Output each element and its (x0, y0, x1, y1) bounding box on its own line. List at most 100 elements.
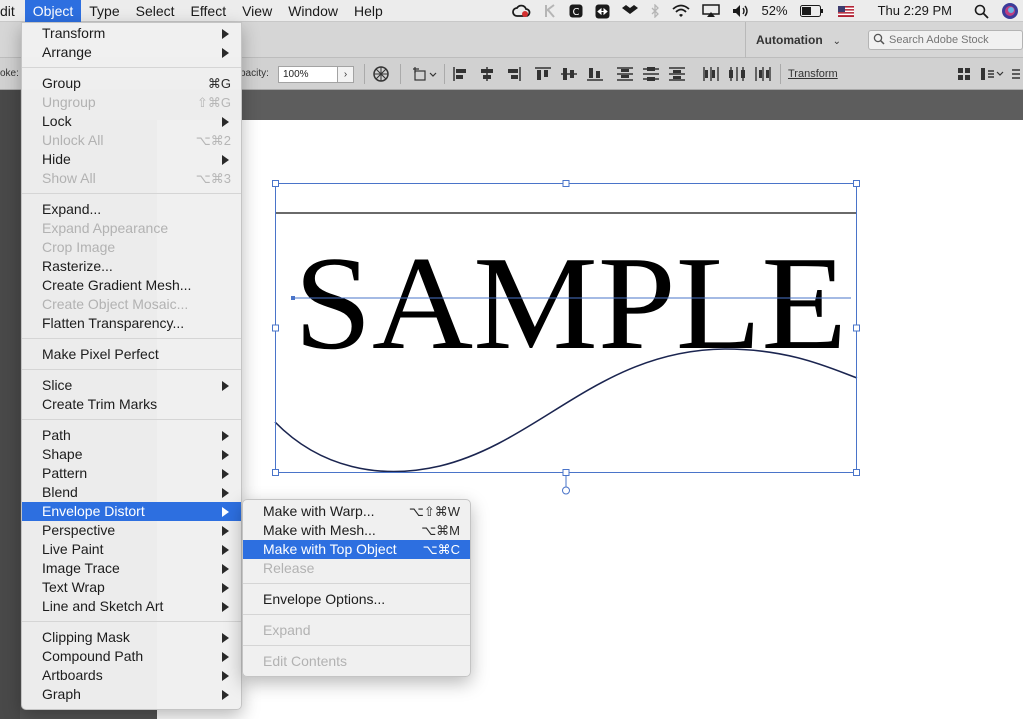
menu-item-label: Envelope Distort (42, 503, 145, 519)
menu-item-label: Create Object Mosaic... (42, 296, 189, 312)
menu-item-label: Rasterize... (42, 258, 113, 274)
menu-item-label: Shape (42, 446, 83, 462)
menu-item-label: Group (42, 75, 81, 91)
menu-item-shortcut: ⌘G (207, 76, 231, 91)
menu-item-label: Flatten Transparency... (42, 315, 185, 331)
menu-item-shortcut: ⌥⌘M (421, 523, 460, 538)
handle-middle-left[interactable] (272, 324, 279, 332)
menu-item-crop-image: Crop Image (22, 238, 241, 257)
submenu-arrow-icon (222, 583, 229, 593)
menu-separator (22, 62, 241, 74)
menu-item-live-paint[interactable]: Live Paint (22, 540, 241, 559)
menu-separator (22, 364, 241, 376)
menu-item-unlock-all: Unlock All ⌥⌘2 (22, 131, 241, 150)
submenu-arrow-icon (222, 117, 229, 127)
menu-item-label: Make Pixel Perfect (42, 346, 159, 362)
submenu-arrow-icon (222, 48, 229, 58)
menu-item-label: Line and Sketch Art (42, 598, 164, 614)
menu-item-label: Release (263, 560, 315, 576)
menu-item-blend[interactable]: Blend (22, 483, 241, 502)
menu-item-slice[interactable]: Slice (22, 376, 241, 395)
handle-bottom-center[interactable] (562, 469, 570, 476)
menu-item-shortcut: ⌥⌘2 (195, 133, 231, 148)
submenu-arrow-icon (222, 602, 229, 612)
menu-item-perspective[interactable]: Perspective (22, 521, 241, 540)
menu-item-path[interactable]: Path (22, 426, 241, 445)
menu-item-artboards[interactable]: Artboards (22, 666, 241, 685)
submenu-arrow-icon (222, 29, 229, 39)
sample-text[interactable]: SAMPLE (294, 229, 847, 377)
menu-item-make-with-warp[interactable]: Make with Warp... ⌥⇧⌘W (243, 502, 470, 521)
menu-item-transform[interactable]: Transform (22, 24, 241, 43)
menu-item-expand[interactable]: Expand... (22, 200, 241, 219)
submenu-arrow-icon (222, 469, 229, 479)
submenu-arrow-icon (222, 690, 229, 700)
menu-item-label: Expand (263, 622, 311, 638)
menu-item-hide[interactable]: Hide (22, 150, 241, 169)
menu-item-expand-envelope: Expand (243, 621, 470, 640)
handle-top-center[interactable] (562, 180, 570, 187)
menu-item-label: Make with Mesh... (263, 522, 376, 538)
menu-item-expand-appearance: Expand Appearance (22, 219, 241, 238)
menu-item-image-trace[interactable]: Image Trace (22, 559, 241, 578)
menu-separator (243, 578, 470, 590)
menu-item-arrange[interactable]: Arrange (22, 43, 241, 62)
menu-item-label: Expand... (42, 201, 102, 217)
menu-item-envelope-distort[interactable]: Envelope Distort (22, 502, 241, 521)
menu-item-label: Edit Contents (263, 653, 348, 669)
menu-item-label: Compound Path (42, 648, 144, 664)
menu-item-clipping-mask[interactable]: Clipping Mask (22, 628, 241, 647)
menu-item-shortcut: ⇧⌘G (196, 95, 231, 110)
menu-item-shortcut: ⌥⇧⌘W (408, 504, 460, 519)
handle-bottom-right[interactable] (853, 469, 860, 476)
menu-item-create-object-mosaic: Create Object Mosaic... (22, 295, 241, 314)
menu-item-flatten-transparency[interactable]: Flatten Transparency... (22, 314, 241, 333)
menu-item-edit-contents: Edit Contents (243, 652, 470, 671)
rotation-handle[interactable] (562, 486, 570, 495)
submenu-arrow-icon (222, 564, 229, 574)
menu-item-label: Create Trim Marks (42, 396, 158, 412)
submenu-arrow-icon (222, 381, 229, 391)
menu-item-rasterize[interactable]: Rasterize... (22, 257, 241, 276)
menu-item-shortcut: ⌥⌘3 (195, 171, 231, 186)
menu-item-label: Expand Appearance (42, 220, 169, 236)
submenu-arrow-icon (222, 450, 229, 460)
object-menu: Transform Arrange Group ⌘G Ungroup ⇧⌘G Loc… (21, 22, 242, 710)
menu-item-compound-path[interactable]: Compound Path (22, 647, 241, 666)
menu-item-make-pixel-perfect[interactable]: Make Pixel Perfect (22, 345, 241, 364)
menu-item-label: Artboards (42, 667, 103, 683)
menu-separator (22, 188, 241, 200)
menu-item-label: Blend (42, 484, 78, 500)
menu-item-show-all: Show All ⌥⌘3 (22, 169, 241, 188)
handle-top-right[interactable] (853, 180, 860, 187)
menu-item-create-gradient-mesh[interactable]: Create Gradient Mesh... (22, 276, 241, 295)
menu-item-pattern[interactable]: Pattern (22, 464, 241, 483)
handle-top-left[interactable] (272, 180, 279, 187)
menu-item-make-with-top-object[interactable]: Make with Top Object ⌥⌘C (243, 540, 470, 559)
text-anchor-point[interactable] (291, 296, 295, 300)
menu-item-group[interactable]: Group ⌘G (22, 74, 241, 93)
menu-item-lock[interactable]: Lock (22, 112, 241, 131)
menu-item-envelope-options[interactable]: Envelope Options... (243, 590, 470, 609)
menu-item-create-trim-marks[interactable]: Create Trim Marks (22, 395, 241, 414)
menu-item-label: Show All (42, 170, 96, 186)
menu-item-label: Crop Image (42, 239, 116, 255)
menu-item-label: Graph (42, 686, 81, 702)
menu-separator (243, 609, 470, 621)
menu-item-label: Image Trace (42, 560, 120, 576)
handle-middle-right[interactable] (853, 324, 860, 332)
menu-item-shape[interactable]: Shape (22, 445, 241, 464)
menu-item-release: Release (243, 559, 470, 578)
menu-item-graph[interactable]: Graph (22, 685, 241, 704)
handle-bottom-left[interactable] (272, 469, 279, 476)
menu-item-label: Hide (42, 151, 71, 167)
menu-item-line-and-sketch-art[interactable]: Line and Sketch Art (22, 597, 241, 616)
menu-item-text-wrap[interactable]: Text Wrap (22, 578, 241, 597)
menu-item-label: Perspective (42, 522, 116, 538)
menu-item-make-with-mesh[interactable]: Make with Mesh... ⌥⌘M (243, 521, 470, 540)
menu-item-label: Transform (42, 25, 106, 41)
submenu-arrow-icon (222, 431, 229, 441)
submenu-arrow-icon (222, 507, 229, 517)
menu-item-label: Live Paint (42, 541, 104, 557)
menu-item-label: Lock (42, 113, 72, 129)
